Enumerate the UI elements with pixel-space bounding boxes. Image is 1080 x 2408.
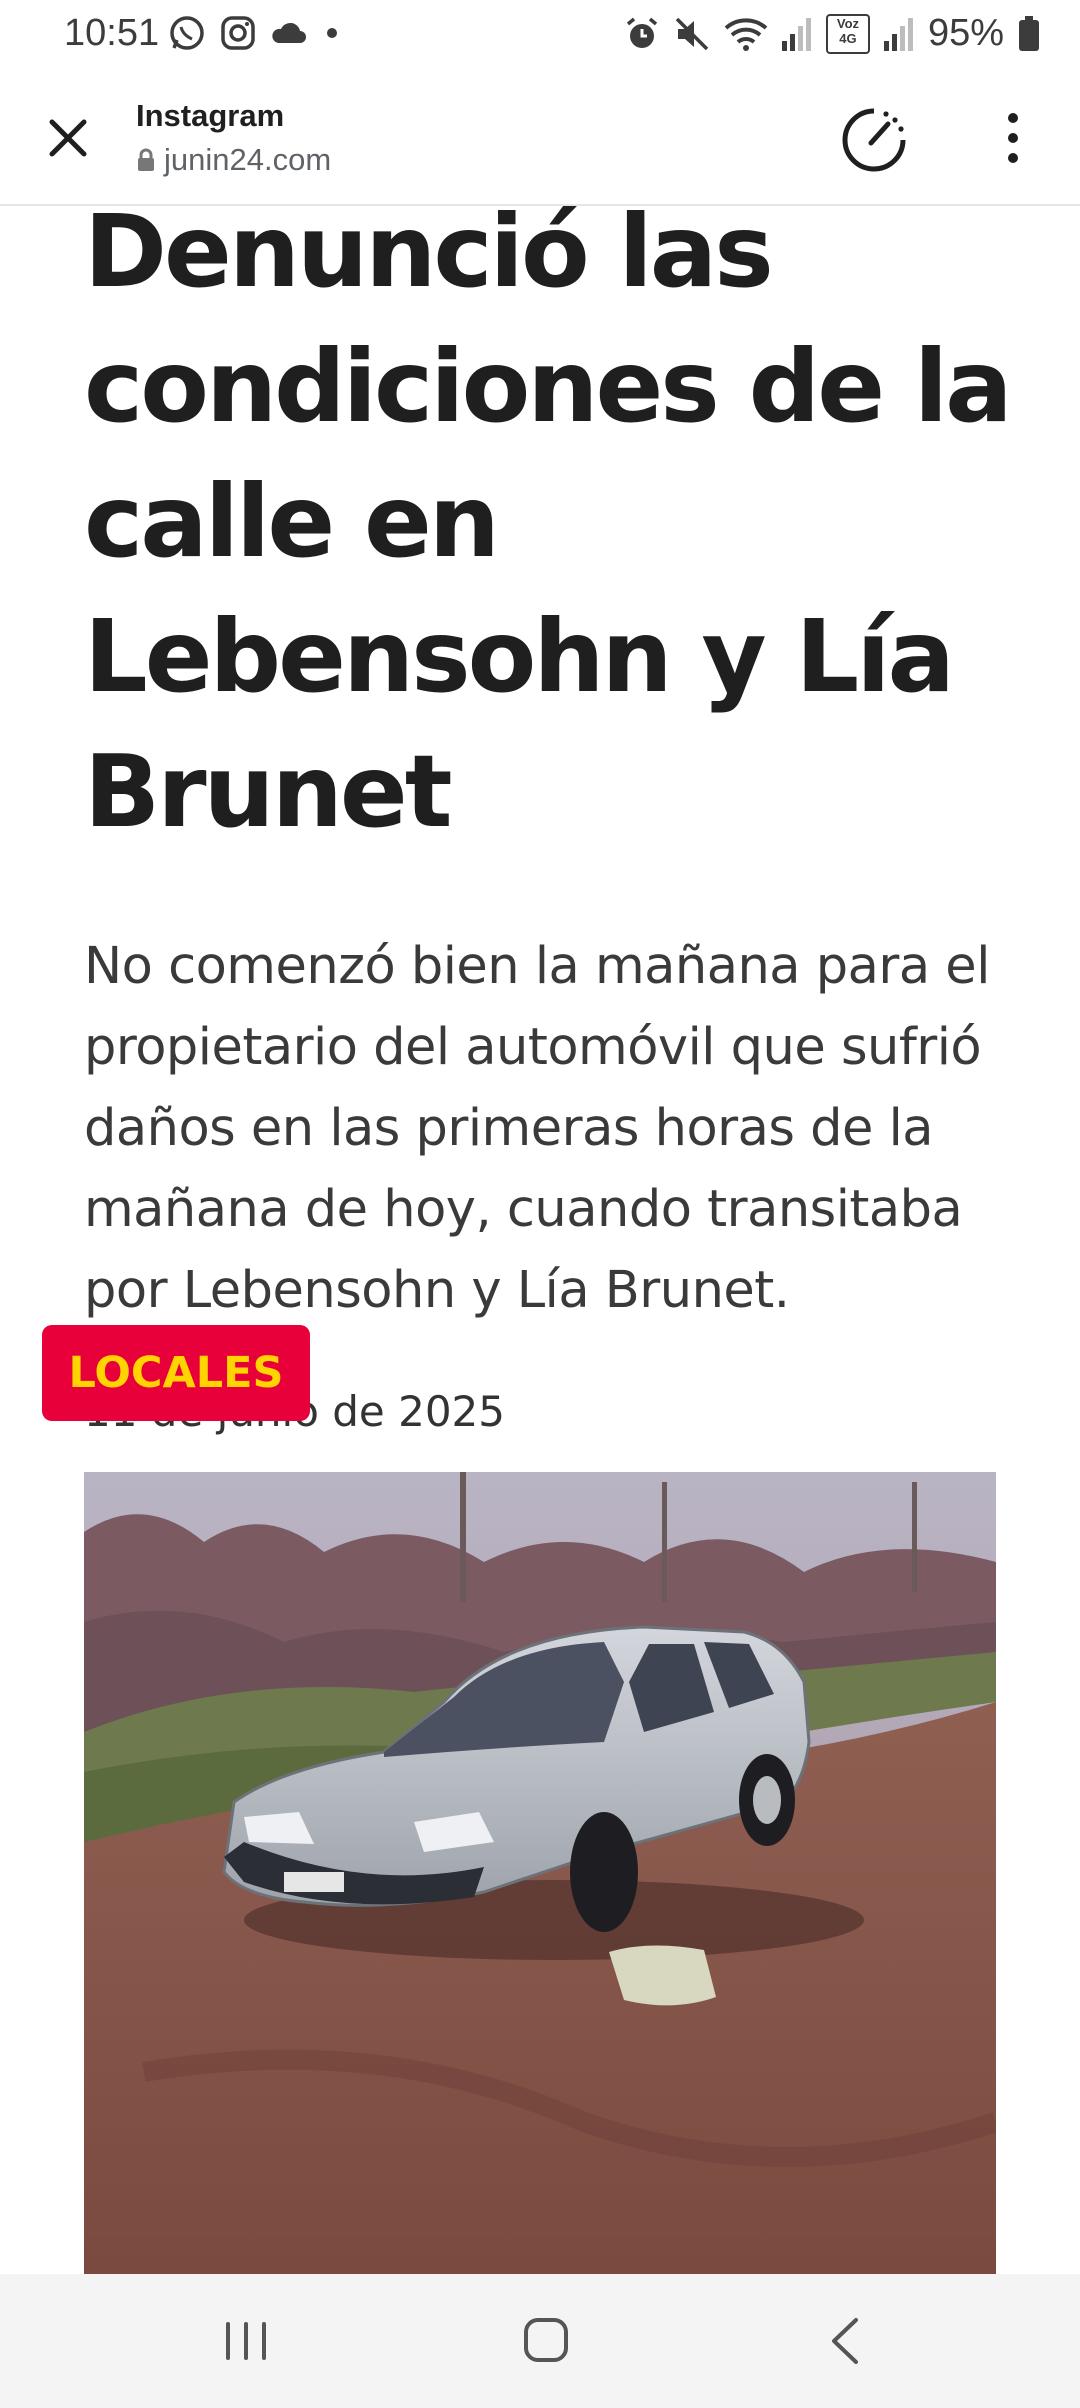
article-lead: No comenzó bien la mañana para el propie… [84, 937, 990, 1320]
battery-icon [1019, 15, 1039, 51]
browser-toolbar: Instagram junin24.com [0, 68, 1080, 206]
dot-icon [327, 28, 337, 38]
speed-gauge-icon[interactable] [840, 106, 908, 174]
url-row[interactable]: junin24.com [136, 142, 331, 178]
recent-apps-icon[interactable] [210, 2306, 282, 2376]
alarm-icon [626, 17, 658, 48]
battery-percent: 95% [927, 12, 1004, 54]
car-photo [84, 1472, 996, 2274]
status-bar: 10:51 Voz 4G 95% [0, 0, 1080, 68]
category-badge[interactable]: LOCALES [42, 1325, 310, 1421]
mute-icon [675, 17, 709, 50]
lock-icon [138, 148, 154, 171]
notification-icons [168, 14, 344, 52]
url-text: junin24.com [164, 142, 332, 177]
article: Denunció las condiciones de la calle en … [0, 204, 1080, 2274]
cloud-icon [272, 22, 306, 43]
signal-icon [781, 17, 811, 51]
system-nav-bar [0, 2274, 1080, 2408]
whatsapp-icon [170, 16, 204, 50]
instagram-icon [221, 16, 255, 50]
page-source-title: Instagram [136, 98, 285, 133]
volte-icon: Voz 4G [825, 13, 870, 54]
home-icon[interactable] [510, 2306, 582, 2376]
close-icon[interactable] [40, 110, 96, 166]
article-photo[interactable] [84, 1472, 996, 2274]
article-headline: Denunció las condiciones de la calle en … [84, 204, 1013, 850]
status-time: 10:51 [64, 12, 160, 54]
more-vert-icon[interactable] [996, 108, 1030, 168]
wifi-icon [724, 17, 768, 51]
system-icons: Voz 4G 95% [624, 12, 1040, 55]
signal-icon [883, 17, 913, 51]
back-icon[interactable] [810, 2306, 882, 2376]
